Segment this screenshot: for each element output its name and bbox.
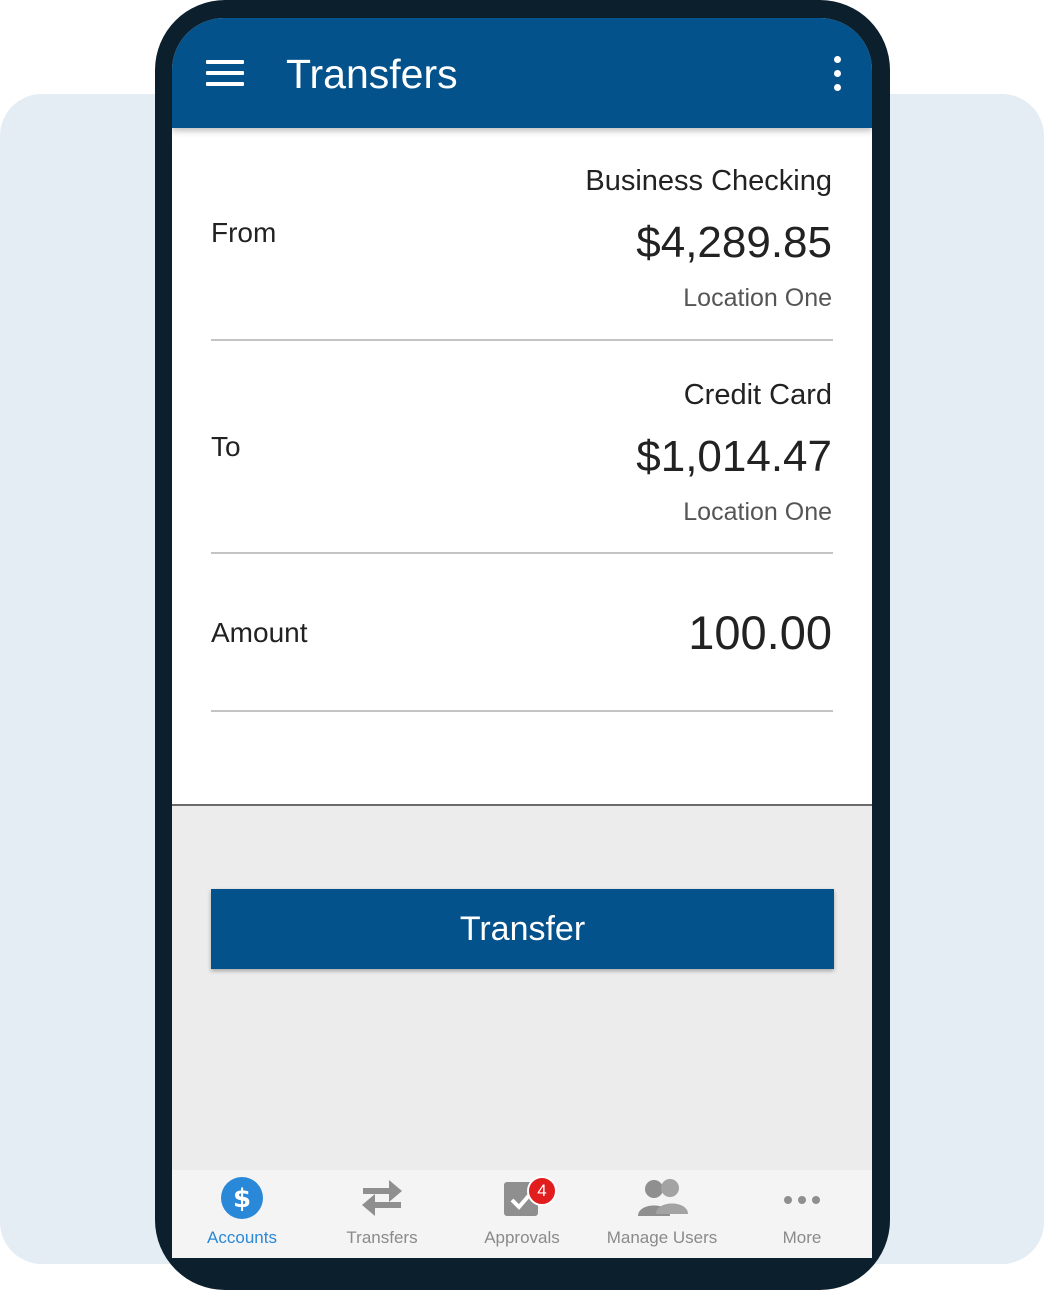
to-account-location: Location One [683,498,832,526]
divider [211,339,833,341]
approvals-count-badge: 4 [527,1176,557,1206]
transfer-button[interactable]: Transfer [211,889,834,969]
nav-item-manage-users[interactable]: Manage Users [592,1170,732,1258]
nav-label-transfers: Transfers [346,1228,418,1247]
nav-label-accounts: Accounts [207,1228,277,1247]
to-account-name: Credit Card [683,379,832,411]
overflow-menu-icon[interactable] [828,56,848,92]
amount-label: Amount [211,617,308,648]
divider [211,552,833,554]
dollar-circle-icon: $ [220,1176,264,1225]
from-account-balance: $4,289.85 [636,218,832,267]
nav-label-more: More [782,1228,822,1247]
amount-input[interactable]: 100.00 [688,606,832,660]
from-account-location: Location One [683,284,832,312]
users-icon [634,1176,690,1225]
nav-item-more[interactable]: More [732,1170,872,1258]
to-label: To [211,431,241,462]
nav-item-approvals[interactable]: 4 Approvals [452,1170,592,1258]
nav-label-manage-users: Manage Users [606,1228,718,1247]
more-dots-icon [780,1176,824,1225]
page-title: Transfers [286,51,458,97]
transfer-form: From Business Checking $4,289.85 Locatio… [172,128,872,806]
svg-text:$: $ [233,1184,251,1214]
from-account-name: Business Checking [585,165,832,197]
nav-item-transfers[interactable]: Transfers [312,1170,452,1258]
amount-underline [211,710,833,712]
from-label: From [211,217,277,248]
to-account-balance: $1,014.47 [636,432,832,481]
nav-label-approvals: Approvals [484,1228,560,1247]
swap-arrows-icon [359,1176,405,1225]
app-screen: Transfers From Business Checking $4,289.… [172,18,872,1258]
hamburger-menu-icon[interactable] [206,60,244,86]
bottom-navigation: $ Accounts Transfers 4 Approvals Manage … [172,1170,872,1258]
app-bar: Transfers [172,18,872,128]
nav-item-accounts[interactable]: $ Accounts [172,1170,312,1258]
